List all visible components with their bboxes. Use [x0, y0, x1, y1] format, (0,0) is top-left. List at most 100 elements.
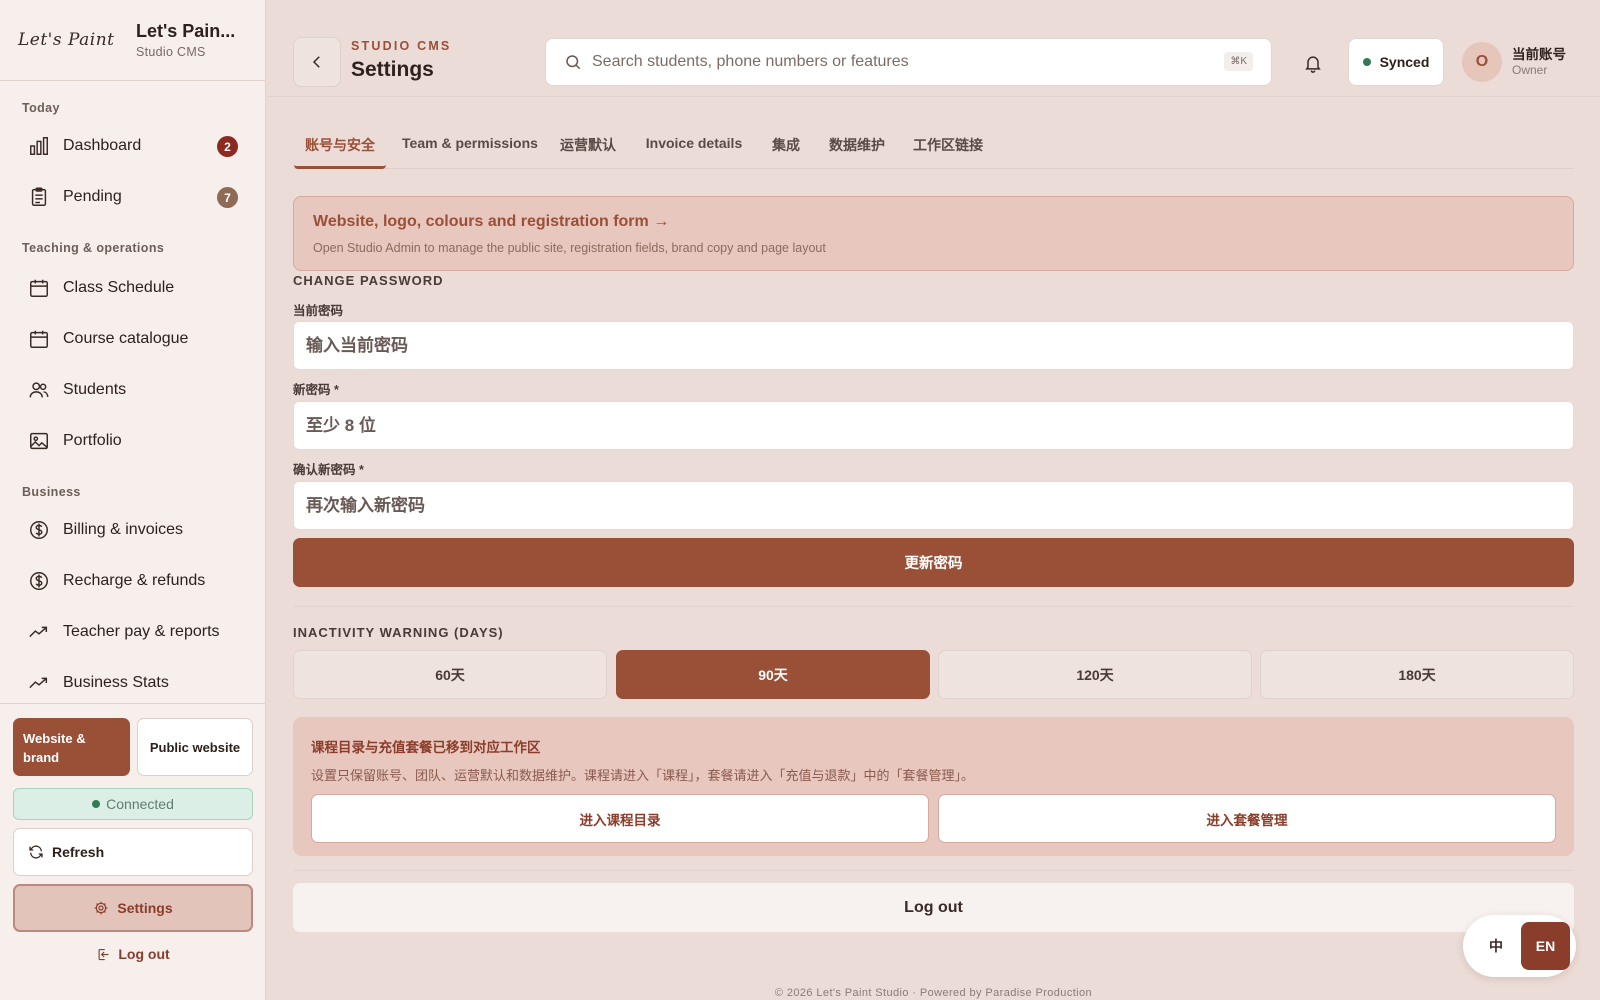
- nav-section-business: Business: [22, 485, 81, 499]
- sidebar-item-label: Portfolio: [63, 432, 122, 449]
- language-toggle: 中 EN: [1463, 915, 1576, 977]
- banner-subtitle: Open Studio Admin to manage the public s…: [313, 241, 826, 255]
- tab-account-security[interactable]: 账号与安全: [294, 125, 386, 169]
- brand[interactable]: Let's Paint Let's Pain... Studio CMS: [0, 0, 265, 81]
- inactivity-option-120[interactable]: 120天: [938, 650, 1252, 699]
- sidebar-item-pending[interactable]: Pending 7: [12, 177, 252, 217]
- back-button[interactable]: [293, 37, 341, 87]
- inactivity-option-60[interactable]: 60天: [293, 650, 607, 699]
- inactivity-heading: INACTIVITY WARNING (DAYS): [293, 625, 504, 640]
- change-password-heading: CHANGE PASSWORD: [293, 273, 444, 288]
- inactivity-option-180[interactable]: 180天: [1260, 650, 1574, 699]
- dollar-circle-icon: [30, 521, 48, 539]
- sidebar: Let's Paint Let's Pain... Studio CMS Tod…: [0, 0, 266, 1000]
- new-password-input[interactable]: [306, 402, 1573, 449]
- language-option-zh[interactable]: 中: [1475, 925, 1517, 967]
- header-divider: [267, 96, 1600, 97]
- clipboard-icon: [31, 187, 47, 206]
- gear-icon: [95, 901, 108, 915]
- search-icon: [566, 55, 581, 70]
- sidebar-item-portfolio[interactable]: Portfolio: [12, 421, 252, 461]
- account-name: 当前账号: [1512, 47, 1566, 62]
- go-courses-button[interactable]: 进入课程目录: [311, 794, 929, 843]
- notification-badge: 2: [217, 136, 238, 157]
- sidebar-item-billing[interactable]: Billing & invoices: [12, 510, 252, 550]
- sidebar-logout-link[interactable]: Log out: [0, 942, 266, 966]
- settings-tabs: 账号与安全 Team & permissions 运营默认 Invoice de…: [294, 125, 1574, 169]
- studio-admin-banner[interactable]: Website, logo, colours and registration …: [293, 196, 1574, 271]
- notice-title: 课程目录与充值套餐已移到对应工作区: [311, 740, 541, 755]
- calendar-icon: [30, 330, 48, 348]
- tab-integrations[interactable]: 集成: [766, 125, 806, 169]
- dollar-circle-icon: [30, 572, 48, 590]
- avatar[interactable]: O: [1462, 42, 1502, 82]
- account-role: Owner: [1512, 63, 1548, 77]
- sidebar-item-recharge[interactable]: Recharge & refunds: [12, 561, 252, 601]
- page-kicker: STUDIO CMS: [351, 39, 452, 53]
- website-brand-button[interactable]: Website & brand: [13, 718, 130, 776]
- sidebar-item-label: Course catalogue: [63, 330, 189, 347]
- sidebar-item-course-catalogue[interactable]: Course catalogue: [12, 319, 252, 359]
- refresh-button[interactable]: Refresh: [13, 828, 253, 876]
- sync-status[interactable]: Synced: [1348, 38, 1444, 86]
- new-password-label: 新密码 *: [293, 383, 339, 397]
- logout-button[interactable]: Log out: [293, 883, 1574, 932]
- calendar-icon: [30, 279, 48, 297]
- section-divider: [293, 870, 1574, 871]
- sidebar-item-class-schedule[interactable]: Class Schedule: [12, 268, 252, 308]
- tab-invoice-details[interactable]: Invoice details: [640, 125, 748, 169]
- bar-chart-icon: [30, 137, 48, 155]
- new-password-field[interactable]: [293, 401, 1574, 450]
- trend-icon: [29, 677, 48, 689]
- tab-team-permissions[interactable]: Team & permissions: [400, 125, 540, 169]
- sidebar-item-label: Students: [63, 381, 127, 398]
- tab-operations-defaults[interactable]: 运营默认: [558, 125, 618, 169]
- users-icon: [29, 382, 49, 398]
- footer-text: © 2026 Let's Paint Studio · Powered by P…: [774, 987, 1093, 999]
- tab-workspace-links[interactable]: 工作区链接: [908, 125, 988, 169]
- status-dot-icon: [1362, 58, 1371, 66]
- nav-section-teaching: Teaching & operations: [22, 241, 165, 255]
- image-icon: [30, 432, 48, 450]
- moved-notice: 课程目录与充值套餐已移到对应工作区 设置只保留账号、团队、运营默认和数据维护。课…: [293, 717, 1574, 856]
- page-title: Settings: [351, 58, 434, 81]
- sidebar-item-teacher-pay[interactable]: Teacher pay & reports: [12, 612, 252, 652]
- search-input[interactable]: [592, 53, 1212, 71]
- search-bar[interactable]: ⌘K: [545, 38, 1272, 86]
- connection-status: Connected: [13, 788, 253, 820]
- notice-text: 设置只保留账号、团队、运营默认和数据维护。课程请进入「课程」，套餐请进入「充值与…: [311, 768, 975, 783]
- language-option-en[interactable]: EN: [1521, 922, 1570, 970]
- brand-subtitle: Studio CMS: [136, 45, 206, 59]
- sidebar-item-students[interactable]: Students: [12, 370, 252, 410]
- confirm-password-label: 确认新密码 *: [293, 463, 364, 477]
- sidebar-item-business-stats[interactable]: Business Stats: [12, 663, 252, 703]
- refresh-label: Refresh: [52, 844, 105, 860]
- sidebar-item-dashboard[interactable]: Dashboard 2: [12, 126, 252, 166]
- logout-icon: [98, 948, 109, 960]
- update-password-button[interactable]: 更新密码: [293, 538, 1574, 587]
- settings-label: Settings: [117, 900, 173, 916]
- notifications-button[interactable]: [1298, 48, 1328, 78]
- current-password-field[interactable]: [293, 321, 1574, 370]
- sidebar-item-label: Class Schedule: [63, 279, 175, 296]
- refresh-icon: [29, 845, 43, 859]
- public-website-button[interactable]: Public website: [137, 718, 253, 776]
- notification-badge: 7: [217, 187, 238, 208]
- confirm-password-field[interactable]: [293, 481, 1574, 530]
- shortcut-hint: ⌘K: [1224, 52, 1253, 71]
- logout-label: Log out: [118, 946, 170, 962]
- chevron-left-icon: [312, 56, 320, 68]
- tab-data-maintenance[interactable]: 数据维护: [824, 125, 890, 169]
- sidebar-item-label: Dashboard: [63, 137, 142, 154]
- settings-button[interactable]: Settings: [13, 884, 253, 932]
- current-password-input[interactable]: [306, 322, 1573, 369]
- go-packages-button[interactable]: 进入套餐管理: [938, 794, 1556, 843]
- confirm-password-input[interactable]: [306, 482, 1573, 529]
- sidebar-item-label: Recharge & refunds: [63, 572, 206, 589]
- inactivity-option-90[interactable]: 90天: [616, 650, 930, 699]
- banner-title[interactable]: Website, logo, colours and registration …: [313, 213, 669, 231]
- sidebar-item-label: Business Stats: [63, 674, 169, 691]
- status-dot-icon: [92, 800, 101, 808]
- connection-status-label: Connected: [106, 796, 174, 812]
- trend-icon: [29, 626, 48, 638]
